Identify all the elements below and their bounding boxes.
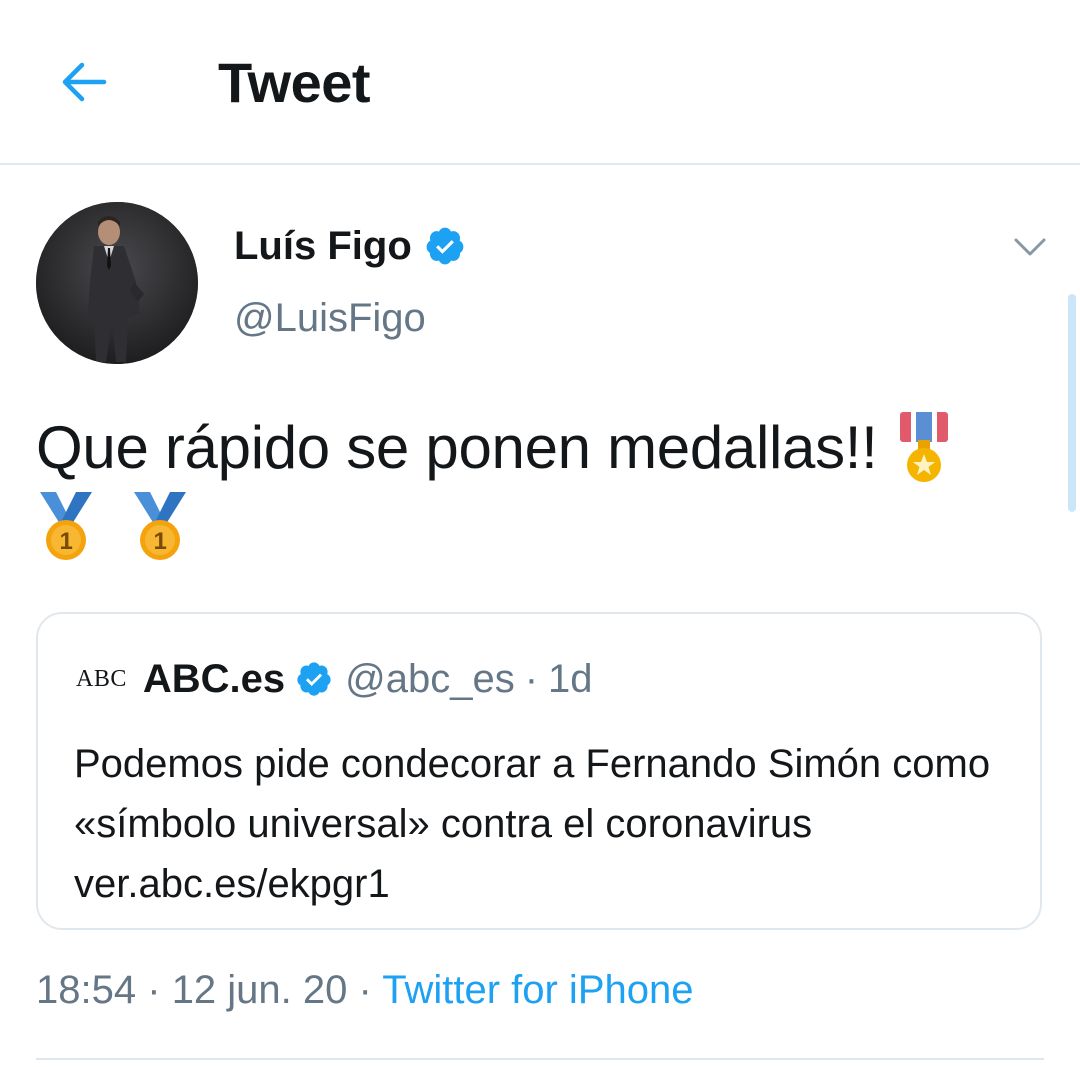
quoted-tweet-age: 1d (548, 656, 593, 701)
author-handle[interactable]: @LuisFigo (234, 296, 426, 341)
quoted-author-handle: @abc_es (345, 656, 515, 701)
verified-badge-icon (426, 227, 464, 265)
author-name-row: Luís Figo (234, 218, 466, 274)
tweet-time: 18:54 (36, 968, 137, 1012)
tweet-date: 12 jun. 20 (171, 968, 348, 1012)
page-title: Tweet (218, 51, 371, 114)
separator-dot: · (147, 968, 161, 1012)
avatar[interactable] (36, 202, 198, 364)
tweet-text-content: Que rápido se ponen medallas!! (36, 414, 878, 481)
first-place-medal-icon: 1 (40, 492, 92, 560)
chevron-down-icon[interactable] (1010, 226, 1050, 266)
abc-logo: ABC (76, 665, 127, 692)
quoted-tweet-text: Podemos pide condecorar a Fernando Simón… (74, 742, 991, 906)
quoted-tweet-header: ABC ABC.es @abc_es · 1d (76, 654, 593, 704)
divider (36, 1058, 1044, 1060)
quoted-author-name: ABC.es (142, 656, 286, 701)
tweet-text: Que rápido se ponen medallas!! 1 1 (36, 408, 1036, 568)
scrollbar[interactable] (1068, 294, 1076, 512)
tweet-source-link[interactable]: Twitter for iPhone (382, 968, 693, 1012)
svg-text:1: 1 (154, 528, 167, 555)
first-place-medal-icon: 1 (134, 492, 187, 560)
military-medal-icon (899, 412, 948, 482)
verified-badge-icon (297, 662, 331, 696)
arrow-left-icon[interactable] (56, 54, 112, 110)
separator-dot: · (524, 656, 539, 701)
author-name[interactable]: Luís Figo (234, 224, 412, 269)
quoted-tweet-card[interactable]: ABC ABC.es @abc_es · 1d Podemos pide con… (36, 612, 1042, 930)
top-bar: Tweet (0, 0, 1080, 165)
tweet-meta: 18:54 · 12 jun. 20 · Twitter for iPhone (36, 968, 693, 1013)
separator-dot: · (358, 968, 372, 1012)
svg-text:1: 1 (59, 528, 72, 555)
